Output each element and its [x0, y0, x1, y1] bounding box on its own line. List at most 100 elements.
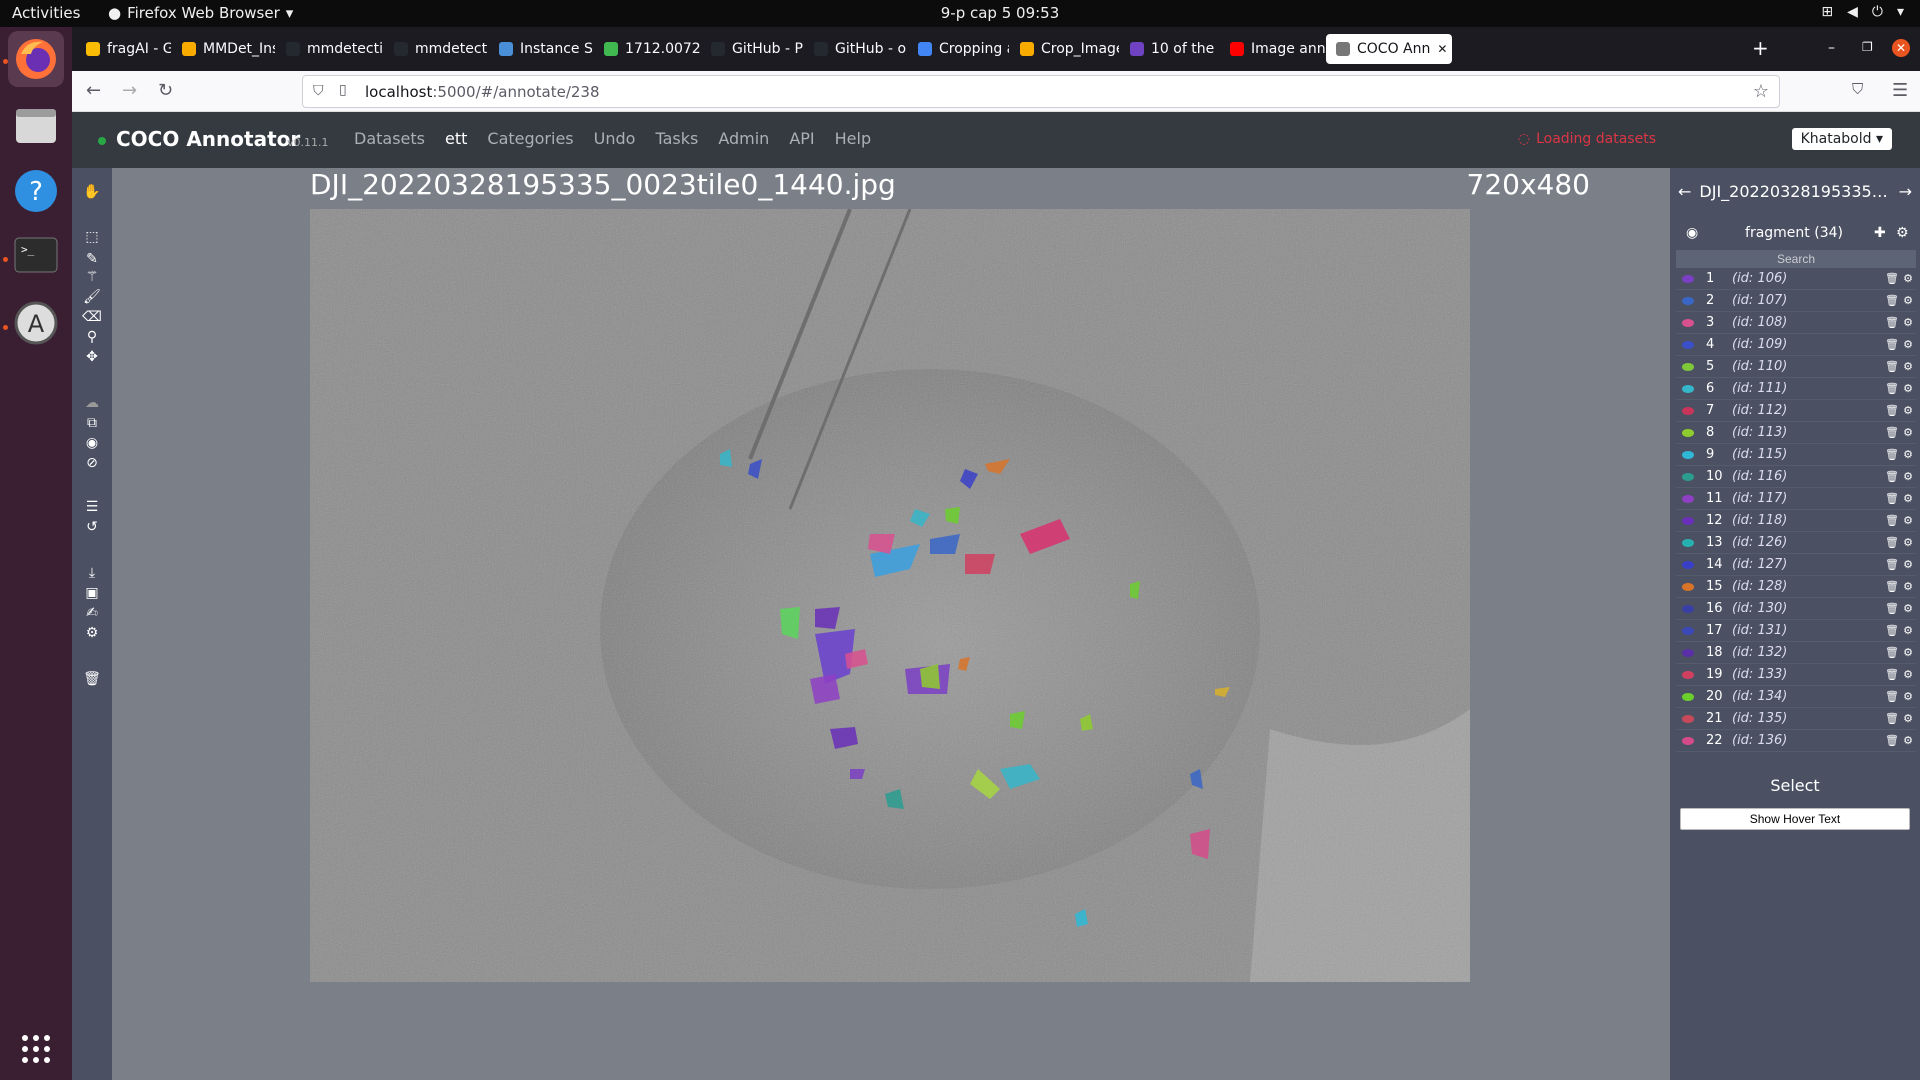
edit-icon[interactable]: ✍: [82, 604, 102, 622]
menu-link-undo[interactable]: Undo: [594, 129, 636, 148]
eraser-icon[interactable]: ⌫: [82, 308, 102, 326]
trash-icon[interactable]: 🗑: [1884, 360, 1900, 373]
browser-tab[interactable]: GitHub - ope: [804, 34, 907, 64]
eye-icon[interactable]: [1682, 714, 1694, 723]
settings-gear-icon[interactable]: ⚙: [1900, 514, 1916, 527]
pocket-icon[interactable]: ⛉: [1852, 80, 1863, 98]
delete-icon[interactable]: 🗑: [82, 670, 102, 688]
eye-icon[interactable]: [1682, 318, 1694, 327]
settings-gear-icon[interactable]: ⚙: [1900, 558, 1916, 571]
settings-gear-icon[interactable]: ⚙: [1900, 272, 1916, 285]
url-text[interactable]: localhost:5000/#/annotate/238: [365, 83, 600, 101]
eye-icon[interactable]: [1682, 582, 1694, 591]
trash-icon[interactable]: 🗑: [1884, 382, 1900, 395]
eye-icon[interactable]: ◉: [82, 434, 102, 452]
trash-icon[interactable]: 🗑: [1884, 624, 1900, 637]
app-brand[interactable]: COCO Annotator: [116, 127, 300, 151]
trash-icon[interactable]: 🗑: [1884, 580, 1900, 593]
settings-gear-icon[interactable]: ⚙: [1900, 536, 1916, 549]
trash-icon[interactable]: 🗑: [1884, 294, 1900, 307]
trash-icon[interactable]: 🗑: [1884, 470, 1900, 483]
browser-tab[interactable]: MMDet_Inst: [172, 34, 275, 64]
eye-icon[interactable]: [1682, 516, 1694, 525]
new-tab-button[interactable]: +: [1752, 36, 1769, 60]
annotation-row[interactable]: 9 (id: 115) 🗑 ⚙: [1676, 444, 1916, 466]
annotation-row[interactable]: 19 (id: 133) 🗑 ⚙: [1676, 664, 1916, 686]
next-image-icon[interactable]: →: [1899, 182, 1912, 201]
settings-gear-icon[interactable]: ⚙: [1900, 690, 1916, 703]
browser-tab[interactable]: mmdetection: [276, 34, 383, 64]
browser-tab[interactable]: 10 of the be: [1120, 34, 1219, 64]
user-dropdown[interactable]: Khatabold ▾: [1791, 128, 1892, 150]
settings-gear-icon[interactable]: ⚙: [1900, 448, 1916, 461]
settings-gear-icon[interactable]: ⚙: [1896, 225, 1916, 241]
trash-icon[interactable]: 🗑: [1884, 316, 1900, 329]
eye-icon[interactable]: [1682, 406, 1694, 415]
activities-button[interactable]: Activities: [12, 4, 80, 22]
settings-gear-icon[interactable]: ⚙: [1900, 338, 1916, 351]
browser-tab[interactable]: 1712.00726v: [594, 34, 700, 64]
settings-gear-icon[interactable]: ⚙: [1900, 492, 1916, 505]
trash-icon[interactable]: 🗑: [1884, 734, 1900, 747]
settings-gear-icon[interactable]: ⚙: [82, 624, 102, 642]
terminal-icon[interactable]: >_: [8, 227, 64, 283]
annotation-row[interactable]: 13 (id: 126) 🗑 ⚙: [1676, 532, 1916, 554]
mask-fragment[interactable]: [780, 607, 800, 639]
eye-icon[interactable]: [1682, 362, 1694, 371]
maximize-button[interactable]: ❐: [1862, 40, 1873, 54]
eye-icon[interactable]: [1682, 538, 1694, 547]
trash-icon[interactable]: 🗑: [1884, 712, 1900, 725]
annotation-search-input[interactable]: [1676, 250, 1916, 268]
annotation-row[interactable]: 22 (id: 136) 🗑 ⚙: [1676, 730, 1916, 752]
settings-gear-icon[interactable]: ⚙: [1900, 294, 1916, 307]
settings-gear-icon[interactable]: ⚙: [1900, 602, 1916, 615]
menu-link-ett[interactable]: ett: [445, 129, 467, 148]
eye-icon[interactable]: [1682, 384, 1694, 393]
menu-link-admin[interactable]: Admin: [718, 129, 769, 148]
settings-gear-icon[interactable]: ⚙: [1900, 734, 1916, 747]
annotation-row[interactable]: 20 (id: 134) 🗑 ⚙: [1676, 686, 1916, 708]
trash-icon[interactable]: 🗑: [1884, 448, 1900, 461]
eye-icon[interactable]: [1682, 560, 1694, 569]
mask-fragment[interactable]: [965, 554, 995, 574]
eye-icon[interactable]: [1682, 428, 1694, 437]
browser-tab[interactable]: mmdetection: [384, 34, 488, 64]
settings-gear-icon[interactable]: ⚙: [1900, 470, 1916, 483]
browser-tab[interactable]: Cropping an: [908, 34, 1009, 64]
trash-icon[interactable]: 🗑: [1884, 404, 1900, 417]
mask-fragment[interactable]: [810, 674, 840, 704]
category-name[interactable]: fragment (34): [1714, 225, 1874, 241]
back-button[interactable]: ←: [86, 80, 101, 101]
cloud-icon[interactable]: ☁: [82, 394, 102, 412]
eye-slash-icon[interactable]: ⊘: [82, 454, 102, 472]
settings-gear-icon[interactable]: ⚙: [1900, 316, 1916, 329]
settings-gear-icon[interactable]: ⚙: [1900, 712, 1916, 725]
menu-link-help[interactable]: Help: [835, 129, 871, 148]
eye-icon[interactable]: [1682, 670, 1694, 679]
annotation-row[interactable]: 4 (id: 109) 🗑 ⚙: [1676, 334, 1916, 356]
app-grid-icon[interactable]: [8, 1021, 64, 1077]
settings-gear-icon[interactable]: ⚙: [1900, 426, 1916, 439]
menu-link-api[interactable]: API: [789, 129, 814, 148]
trash-icon[interactable]: 🗑: [1884, 602, 1900, 615]
close-window-button[interactable]: ✕: [1892, 39, 1910, 57]
trash-icon[interactable]: 🗑: [1884, 558, 1900, 571]
minimize-button[interactable]: –: [1828, 40, 1835, 56]
copy-icon[interactable]: ⧉: [82, 414, 102, 432]
keypoint-icon[interactable]: ⚲: [82, 328, 102, 346]
page-icon[interactable]: ▯: [339, 82, 347, 98]
annotation-image[interactable]: [310, 209, 1470, 982]
magic-wand-icon[interactable]: ⚚: [82, 268, 102, 286]
bookmark-star-icon[interactable]: ☆: [1753, 81, 1769, 102]
annotation-row[interactable]: 11 (id: 117) 🗑 ⚙: [1676, 488, 1916, 510]
browser-tab[interactable]: GitHub - Poi: [701, 34, 803, 64]
annotation-row[interactable]: 16 (id: 130) 🗑 ⚙: [1676, 598, 1916, 620]
category-header[interactable]: ◉ fragment (34) ✚ ⚙: [1676, 218, 1916, 248]
annotation-row[interactable]: 18 (id: 132) 🗑 ⚙: [1676, 642, 1916, 664]
eye-icon[interactable]: [1682, 296, 1694, 305]
annotation-row[interactable]: 1 (id: 106) 🗑 ⚙: [1676, 268, 1916, 290]
annotation-row[interactable]: 12 (id: 118) 🗑 ⚙: [1676, 510, 1916, 532]
annotation-row[interactable]: 3 (id: 108) 🗑 ⚙: [1676, 312, 1916, 334]
menu-link-categories[interactable]: Categories: [487, 129, 573, 148]
eye-icon[interactable]: [1682, 494, 1694, 503]
